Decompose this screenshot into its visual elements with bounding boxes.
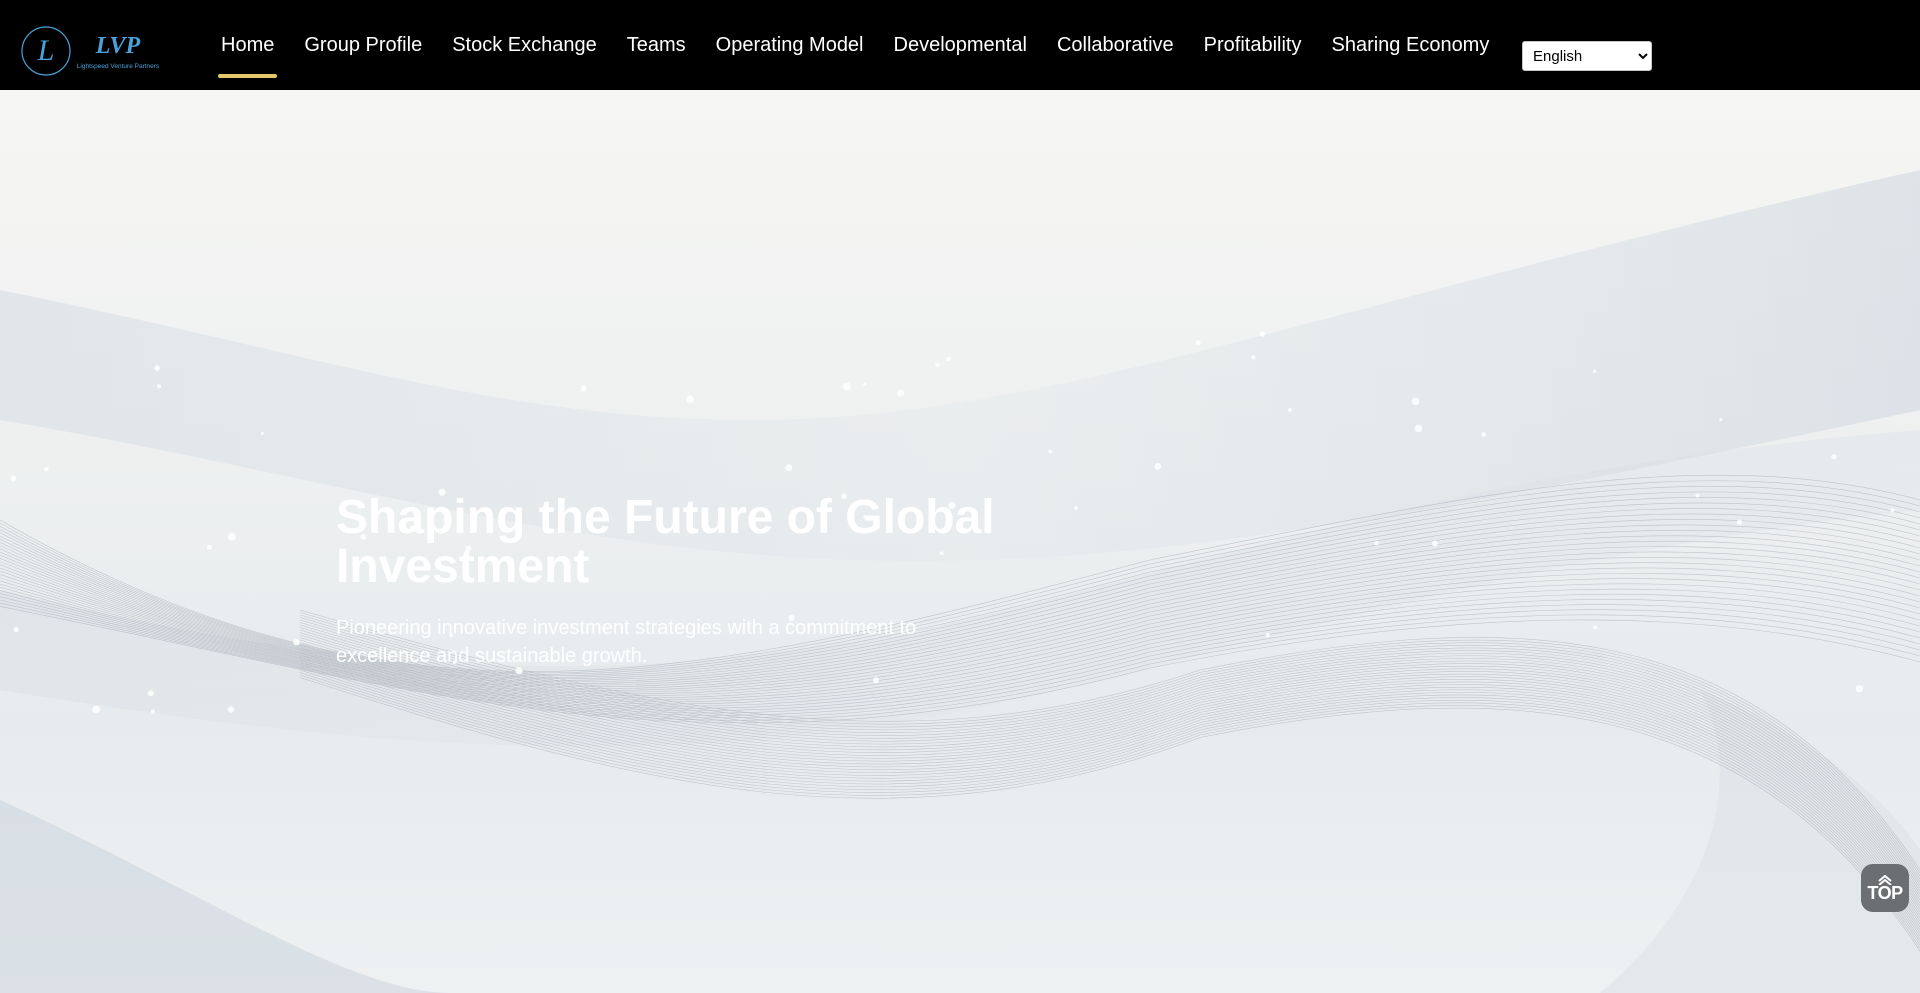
nav-item-stock-exchange[interactable]: Stock Exchange xyxy=(452,0,597,90)
nav-item-teams[interactable]: Teams xyxy=(627,0,686,90)
logo-tagline: Lightspeed Venture Partners xyxy=(77,63,160,70)
top-navbar: L LVP Lightspeed Venture Partners Home G… xyxy=(0,0,1920,90)
main-nav: Home Group Profile Stock Exchange Teams … xyxy=(217,0,1519,90)
back-to-top-label: TOP xyxy=(1867,883,1903,903)
logo-text: LVP xyxy=(95,33,141,59)
nav-item-collaborative[interactable]: Collaborative xyxy=(1057,0,1174,90)
nav-item-group-profile[interactable]: Group Profile xyxy=(304,0,422,90)
nav-item-sharing-economy[interactable]: Sharing Economy xyxy=(1331,0,1489,90)
hero-section: Shaping the Future of Global Investment … xyxy=(0,90,1920,993)
nav-item-home[interactable]: Home xyxy=(217,0,278,90)
brand-logo[interactable]: L LVP Lightspeed Venture Partners xyxy=(20,25,165,77)
nav-item-developmental[interactable]: Developmental xyxy=(894,0,1027,90)
nav-item-operating-model[interactable]: Operating Model xyxy=(716,0,864,90)
language-select[interactable]: English xyxy=(1522,41,1652,71)
logo-mark: L xyxy=(37,34,55,67)
hero-subtitle: Pioneering innovative investment strateg… xyxy=(336,617,917,667)
hero-title: Shaping the Future of Global Investment xyxy=(336,491,995,593)
back-to-top-button[interactable]: TOP xyxy=(1861,864,1909,912)
nav-item-profitability[interactable]: Profitability xyxy=(1204,0,1302,90)
